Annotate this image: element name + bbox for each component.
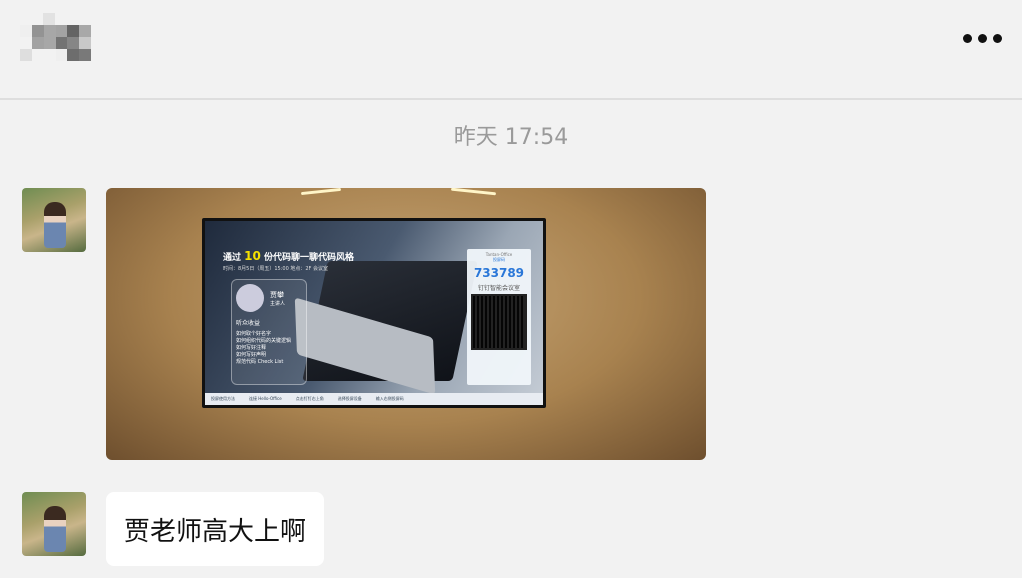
message-timestamp: 昨天 17:54 xyxy=(453,125,569,150)
more-dot-icon xyxy=(978,34,987,43)
chat-header xyxy=(0,0,1022,100)
sender-avatar[interactable] xyxy=(22,492,86,556)
qr-code xyxy=(471,294,527,350)
more-dot-icon xyxy=(993,34,1002,43)
more-dot-icon xyxy=(963,34,972,43)
sender-avatar[interactable] xyxy=(22,188,86,252)
image-message[interactable]: 通过 10 份代码聊一聊代码风格 时间：8月5日（周五）15:00 地点：2F … xyxy=(106,188,706,460)
tv-screen-photo: 通过 10 份代码聊一聊代码风格 时间：8月5日（周五）15:00 地点：2F … xyxy=(202,218,546,408)
more-options-button[interactable] xyxy=(959,30,1006,47)
text-message-bubble[interactable]: 贾老师高大上啊 xyxy=(106,492,325,566)
